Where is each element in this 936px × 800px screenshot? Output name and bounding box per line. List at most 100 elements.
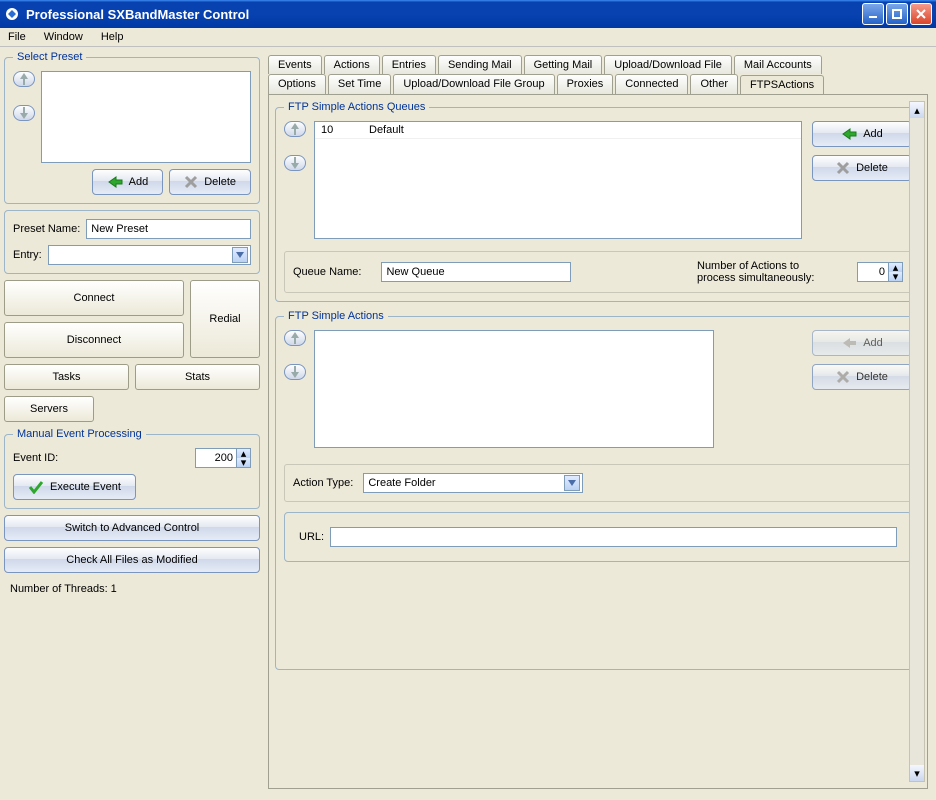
queue-move-down-button[interactable]: [284, 155, 306, 171]
queue-delete-label: Delete: [856, 162, 888, 174]
check-icon: [28, 480, 44, 494]
event-id-input[interactable]: [196, 452, 236, 464]
execute-event-label: Execute Event: [50, 481, 121, 493]
scroll-up-icon[interactable]: ▴: [910, 102, 924, 118]
manual-event-legend: Manual Event Processing: [13, 428, 146, 440]
scroll-down-icon[interactable]: ▾: [910, 765, 924, 781]
stats-button[interactable]: Stats: [135, 364, 260, 390]
menu-file[interactable]: File: [8, 31, 26, 43]
spin-down-icon[interactable]: ▾: [888, 272, 902, 281]
redial-button[interactable]: Redial: [190, 280, 260, 358]
add-arrow-icon: [841, 337, 857, 349]
connect-button[interactable]: Connect: [4, 280, 184, 316]
tab-options[interactable]: Options: [268, 74, 326, 94]
tab-upload-download-file[interactable]: Upload/Download File: [604, 55, 732, 74]
action-move-down-button[interactable]: [284, 364, 306, 380]
menu-help[interactable]: Help: [101, 31, 124, 43]
tab-actions[interactable]: Actions: [324, 55, 380, 74]
num-actions-spinner[interactable]: ▴▾: [857, 262, 903, 282]
queue-delete-button[interactable]: Delete: [812, 155, 912, 181]
tab-proxies[interactable]: Proxies: [557, 74, 614, 94]
tabs-row-1: EventsActionsEntriesSending MailGetting …: [264, 51, 932, 74]
ftp-queues-legend: FTP Simple Actions Queues: [284, 101, 429, 113]
tab-other[interactable]: Other: [690, 74, 738, 94]
url-group: URL:: [284, 512, 912, 562]
action-move-up-button[interactable]: [284, 330, 306, 346]
close-button[interactable]: [910, 3, 932, 25]
select-preset-legend: Select Preset: [13, 51, 86, 63]
threads-status: Number of Threads: 1: [4, 579, 260, 599]
disconnect-button[interactable]: Disconnect: [4, 322, 184, 358]
event-id-label: Event ID:: [13, 452, 58, 464]
chevron-down-icon: [564, 475, 580, 491]
spin-down-icon[interactable]: ▾: [236, 458, 250, 467]
preset-name-label: Preset Name:: [13, 223, 80, 235]
preset-delete-button[interactable]: Delete: [169, 169, 251, 195]
preset-add-button[interactable]: Add: [92, 169, 164, 195]
execute-event-button[interactable]: Execute Event: [13, 474, 136, 500]
select-preset-group: Select Preset Add Delete: [4, 51, 260, 204]
preset-move-down-button[interactable]: [13, 105, 35, 121]
maximize-button[interactable]: [886, 3, 908, 25]
preset-delete-label: Delete: [204, 176, 236, 188]
action-delete-label: Delete: [856, 371, 888, 383]
action-type-value: Create Folder: [368, 477, 435, 489]
ftp-actions-legend: FTP Simple Actions: [284, 310, 388, 322]
minimize-button[interactable]: [862, 3, 884, 25]
tab-entries[interactable]: Entries: [382, 55, 436, 74]
window-title: Professional SXBandMaster Control: [26, 7, 862, 22]
num-actions-input[interactable]: [858, 266, 888, 278]
add-arrow-icon: [841, 128, 857, 140]
tab-set-time[interactable]: Set Time: [328, 74, 391, 94]
delete-x-icon: [836, 370, 850, 384]
delete-x-icon: [836, 161, 850, 175]
preset-list[interactable]: [41, 71, 251, 163]
queue-name-label: Queue Name:: [293, 266, 361, 278]
queue-list-row[interactable]: 10 Default: [315, 122, 801, 139]
titlebar: Professional SXBandMaster Control: [0, 0, 936, 28]
tab-content-ftpsactions: FTP Simple Actions Queues 10 Default Add: [268, 94, 928, 789]
content-scrollbar[interactable]: ▴ ▾: [909, 101, 925, 782]
url-input[interactable]: [330, 527, 897, 547]
event-id-spinner[interactable]: ▴▾: [195, 448, 251, 468]
add-arrow-icon: [107, 176, 123, 188]
queue-move-up-button[interactable]: [284, 121, 306, 137]
tabs-row-2: OptionsSet TimeUpload/Download File Grou…: [264, 74, 932, 94]
entry-label: Entry:: [13, 249, 42, 261]
tasks-button[interactable]: Tasks: [4, 364, 129, 390]
action-delete-button[interactable]: Delete: [812, 364, 912, 390]
ftp-queues-group: FTP Simple Actions Queues 10 Default Add: [275, 101, 921, 302]
action-add-button[interactable]: Add: [812, 330, 912, 356]
action-list[interactable]: [314, 330, 714, 448]
action-add-label: Add: [863, 337, 883, 349]
queue-add-button[interactable]: Add: [812, 121, 912, 147]
servers-button[interactable]: Servers: [4, 396, 94, 422]
tab-getting-mail[interactable]: Getting Mail: [524, 55, 603, 74]
action-type-label: Action Type:: [293, 477, 353, 489]
menubar: File Window Help: [0, 28, 936, 47]
chevron-down-icon: [232, 247, 248, 263]
preset-name-input[interactable]: [86, 219, 251, 239]
preset-add-label: Add: [129, 176, 149, 188]
tab-ftpsactions[interactable]: FTPSActions: [740, 75, 824, 95]
tab-upload-download-file-group[interactable]: Upload/Download File Group: [393, 74, 554, 94]
queue-list[interactable]: 10 Default: [314, 121, 802, 239]
switch-advanced-button[interactable]: Switch to Advanced Control: [4, 515, 260, 541]
url-label: URL:: [299, 531, 324, 543]
app-icon: [4, 6, 20, 22]
menu-window[interactable]: Window: [44, 31, 83, 43]
queue-row-name: Default: [369, 124, 404, 136]
queue-row-id: 10: [321, 124, 351, 136]
preset-move-up-button[interactable]: [13, 71, 35, 87]
ftp-actions-group: FTP Simple Actions Add D: [275, 310, 921, 670]
delete-x-icon: [184, 175, 198, 189]
tab-connected[interactable]: Connected: [615, 74, 688, 94]
check-all-files-button[interactable]: Check All Files as Modified: [4, 547, 260, 573]
tab-sending-mail[interactable]: Sending Mail: [438, 55, 522, 74]
entry-combo[interactable]: [48, 245, 251, 265]
tab-mail-accounts[interactable]: Mail Accounts: [734, 55, 822, 74]
action-type-combo[interactable]: Create Folder: [363, 473, 583, 493]
queue-name-input[interactable]: [381, 262, 571, 282]
queue-add-label: Add: [863, 128, 883, 140]
tab-events[interactable]: Events: [268, 55, 322, 74]
